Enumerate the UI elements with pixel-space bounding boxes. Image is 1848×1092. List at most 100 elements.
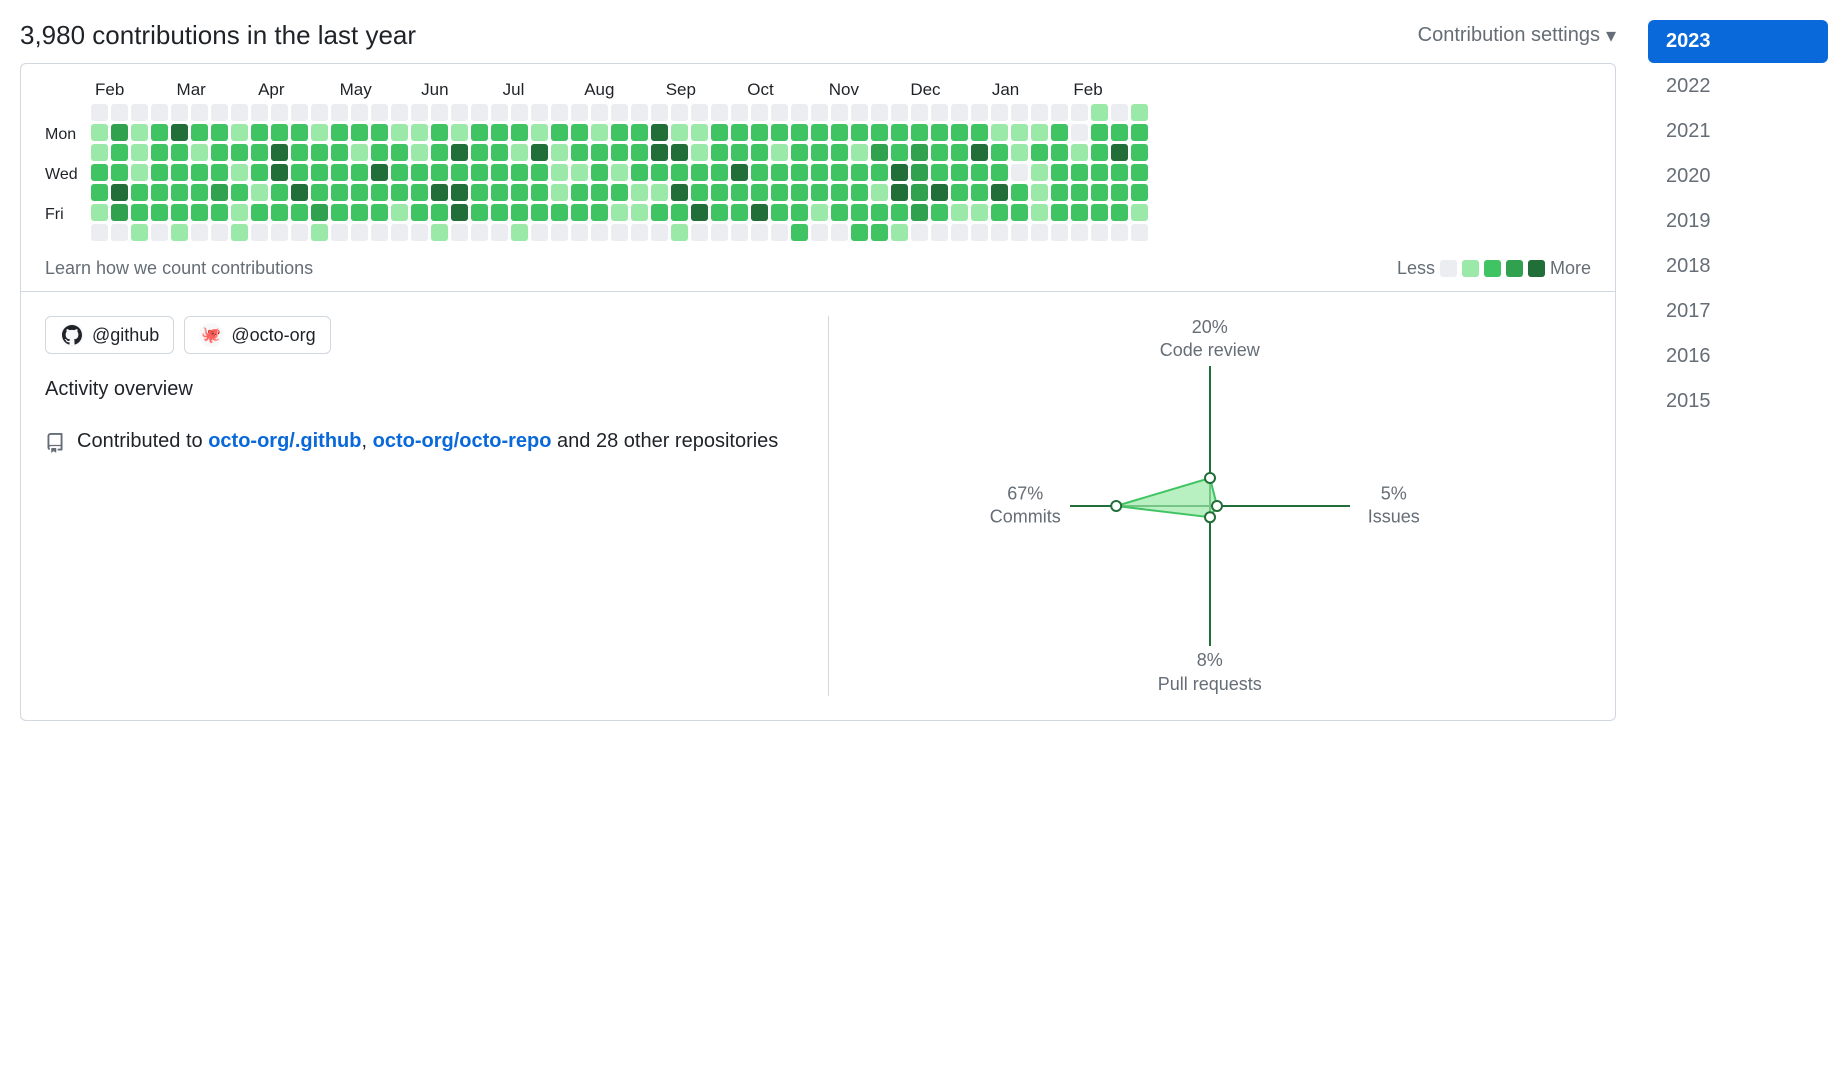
contribution-cell[interactable] xyxy=(631,224,648,241)
contribution-cell[interactable] xyxy=(291,204,308,221)
contribution-cell[interactable] xyxy=(751,144,768,161)
contribution-cell[interactable] xyxy=(771,184,788,201)
contribution-cell[interactable] xyxy=(831,104,848,121)
contribution-cell[interactable] xyxy=(831,124,848,141)
contribution-cell[interactable] xyxy=(211,224,228,241)
contribution-cell[interactable] xyxy=(111,124,128,141)
year-item-2021[interactable]: 2021 xyxy=(1648,110,1828,153)
contribution-cell[interactable] xyxy=(531,184,548,201)
org-pill-octo-org[interactable]: 🐙 @octo-org xyxy=(184,316,330,354)
contribution-cell[interactable] xyxy=(611,104,628,121)
contribution-cell[interactable] xyxy=(871,184,888,201)
contribution-cell[interactable] xyxy=(291,224,308,241)
contribution-cell[interactable] xyxy=(951,124,968,141)
contribution-cell[interactable] xyxy=(111,104,128,121)
repo-link-1[interactable]: octo-org/.github xyxy=(208,430,361,452)
contribution-cell[interactable] xyxy=(851,224,868,241)
contribution-cell[interactable] xyxy=(991,144,1008,161)
contribution-cell[interactable] xyxy=(471,204,488,221)
contribution-cell[interactable] xyxy=(811,144,828,161)
contribution-cell[interactable] xyxy=(671,184,688,201)
contribution-cell[interactable] xyxy=(791,104,808,121)
contribution-cell[interactable] xyxy=(571,104,588,121)
contribution-cell[interactable] xyxy=(491,204,508,221)
contribution-cell[interactable] xyxy=(451,104,468,121)
contribution-cell[interactable] xyxy=(331,164,348,181)
contribution-cell[interactable] xyxy=(871,204,888,221)
contribution-cell[interactable] xyxy=(671,224,688,241)
contribution-cell[interactable] xyxy=(131,184,148,201)
contribution-cell[interactable] xyxy=(531,224,548,241)
contribution-cell[interactable] xyxy=(311,204,328,221)
contribution-cell[interactable] xyxy=(1091,164,1108,181)
contribution-cell[interactable] xyxy=(551,144,568,161)
contribution-cell[interactable] xyxy=(531,144,548,161)
contribution-cell[interactable] xyxy=(571,164,588,181)
contribution-cell[interactable] xyxy=(1071,184,1088,201)
contribution-cell[interactable] xyxy=(771,104,788,121)
contribution-cell[interactable] xyxy=(471,184,488,201)
contribution-cell[interactable] xyxy=(771,224,788,241)
contribution-cell[interactable] xyxy=(151,144,168,161)
contribution-cell[interactable] xyxy=(211,184,228,201)
contribution-cell[interactable] xyxy=(1071,144,1088,161)
contribution-cell[interactable] xyxy=(691,184,708,201)
contribution-cell[interactable] xyxy=(951,164,968,181)
contribution-cell[interactable] xyxy=(431,224,448,241)
contribution-cell[interactable] xyxy=(1131,204,1148,221)
contribution-cell[interactable] xyxy=(951,184,968,201)
contribution-cell[interactable] xyxy=(911,224,928,241)
contribution-cell[interactable] xyxy=(531,124,548,141)
contribution-cell[interactable] xyxy=(311,104,328,121)
contribution-cell[interactable] xyxy=(311,124,328,141)
contribution-cell[interactable] xyxy=(271,104,288,121)
contribution-cell[interactable] xyxy=(911,204,928,221)
contribution-cell[interactable] xyxy=(971,184,988,201)
contribution-cell[interactable] xyxy=(371,204,388,221)
contribution-cell[interactable] xyxy=(971,124,988,141)
contribution-cell[interactable] xyxy=(331,104,348,121)
contribution-cell[interactable] xyxy=(891,204,908,221)
contribution-cell[interactable] xyxy=(351,104,368,121)
contribution-cell[interactable] xyxy=(691,144,708,161)
contribution-cell[interactable] xyxy=(1031,224,1048,241)
contribution-cell[interactable] xyxy=(791,164,808,181)
contribution-cell[interactable] xyxy=(591,164,608,181)
contribution-cell[interactable] xyxy=(391,204,408,221)
repo-link-2[interactable]: octo-org/octo-repo xyxy=(373,430,552,452)
contribution-cell[interactable] xyxy=(1011,164,1028,181)
contribution-cell[interactable] xyxy=(171,164,188,181)
contribution-cell[interactable] xyxy=(91,224,108,241)
contribution-cell[interactable] xyxy=(1051,204,1068,221)
contribution-cell[interactable] xyxy=(511,144,528,161)
contribution-cell[interactable] xyxy=(251,164,268,181)
contribution-cell[interactable] xyxy=(931,104,948,121)
contribution-cell[interactable] xyxy=(1071,104,1088,121)
contribution-cell[interactable] xyxy=(411,224,428,241)
contribution-cell[interactable] xyxy=(391,164,408,181)
contribution-cell[interactable] xyxy=(411,164,428,181)
contribution-cell[interactable] xyxy=(731,144,748,161)
contribution-cell[interactable] xyxy=(691,124,708,141)
contribution-cell[interactable] xyxy=(591,104,608,121)
contribution-cell[interactable] xyxy=(571,204,588,221)
contribution-cell[interactable] xyxy=(1031,184,1048,201)
contribution-cell[interactable] xyxy=(231,104,248,121)
contribution-cell[interactable] xyxy=(751,164,768,181)
contribution-cell[interactable] xyxy=(131,224,148,241)
contribution-cell[interactable] xyxy=(351,184,368,201)
contribution-cell[interactable] xyxy=(451,124,468,141)
contribution-cell[interactable] xyxy=(1111,144,1128,161)
contribution-cell[interactable] xyxy=(891,104,908,121)
contribution-cell[interactable] xyxy=(371,144,388,161)
contribution-cell[interactable] xyxy=(1111,184,1128,201)
contribution-cell[interactable] xyxy=(831,184,848,201)
contribution-grid[interactable] xyxy=(91,104,1148,244)
contribution-cell[interactable] xyxy=(951,204,968,221)
contribution-cell[interactable] xyxy=(1091,184,1108,201)
contribution-cell[interactable] xyxy=(811,124,828,141)
contribution-cell[interactable] xyxy=(531,204,548,221)
contribution-cell[interactable] xyxy=(611,124,628,141)
contribution-cell[interactable] xyxy=(151,204,168,221)
contribution-cell[interactable] xyxy=(1111,124,1128,141)
